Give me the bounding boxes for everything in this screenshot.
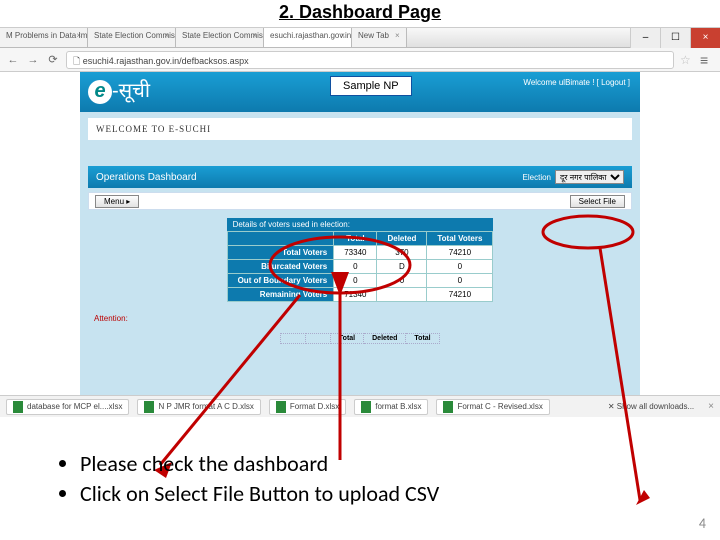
- browser-tab[interactable]: ×New Tab: [352, 28, 407, 47]
- table-caption: Details of voters used in election:: [227, 218, 494, 231]
- page-container: e-सूची Welcome ulBimate ! [ Logout ] Sam…: [80, 72, 640, 395]
- bullet-item: Please check the dashboard: [80, 450, 439, 477]
- election-selector: Election दूर नगर पालिका: [523, 170, 624, 184]
- browser-tab[interactable]: ×M Problems in Data Import: [0, 28, 88, 47]
- sample-np-callout: Sample NP: [330, 76, 412, 96]
- header-user-info[interactable]: Welcome ulBimate ! [ Logout ]: [523, 78, 630, 87]
- file-icon: [13, 401, 23, 413]
- browser-tab-active[interactable]: ×esuchi.rajasthan.gov.in/: [264, 28, 352, 47]
- browser-tabstrip: ×M Problems in Data Import ×State Electi…: [0, 28, 720, 48]
- mini-summary-table: TotalDeletedTotal: [280, 333, 439, 344]
- slide-title: 2. Dashboard Page: [0, 0, 720, 27]
- logo-e-icon: e: [88, 80, 112, 104]
- browser-viewport: e-सूची Welcome ulBimate ! [ Logout ] Sam…: [0, 72, 720, 395]
- nav-forward-icon[interactable]: →: [26, 53, 40, 67]
- download-item[interactable]: format B.xlsx: [354, 399, 428, 415]
- table-header: Deleted: [377, 232, 427, 246]
- close-shelf-icon[interactable]: ×: [708, 401, 714, 412]
- download-item[interactable]: Format D.xlsx: [269, 399, 346, 415]
- file-icon: [361, 401, 371, 413]
- instruction-bullets: Please check the dashboard Click on Sele…: [60, 447, 439, 510]
- table-header: Total: [334, 232, 377, 246]
- window-minimize-button[interactable]: –: [630, 28, 660, 48]
- nav-back-icon[interactable]: ←: [6, 53, 20, 67]
- table-row: Bifurcated Voters0D0: [227, 260, 493, 274]
- voter-details-table: Details of voters used in election: Tota…: [227, 218, 494, 302]
- screenshot: ×M Problems in Data Import ×State Electi…: [0, 27, 720, 417]
- url-input[interactable]: 🗋 esuchi4.rajasthan.gov.in/defbacksos.as…: [66, 51, 674, 69]
- reload-icon[interactable]: ⟳: [46, 53, 60, 67]
- select-file-button[interactable]: Select File: [570, 195, 625, 208]
- welcome-strip: WELCOME TO E-SUCHI: [88, 118, 632, 140]
- election-dropdown[interactable]: दूर नगर पालिका: [555, 170, 624, 184]
- bookmark-star-icon[interactable]: ☆: [680, 53, 694, 67]
- attention-label: Attention:: [94, 314, 640, 323]
- table-header: Total Voters: [427, 232, 493, 246]
- table-row: Remaining Voters7134074210: [227, 288, 493, 302]
- show-all-downloads-link[interactable]: ✕ Show all downloads...: [608, 402, 694, 411]
- slide-number: 4: [699, 515, 706, 532]
- app-header: e-सूची Welcome ulBimate ! [ Logout ] Sam…: [80, 72, 640, 112]
- menu-button[interactable]: Menu ▸: [95, 195, 139, 208]
- menu-icon[interactable]: ≡: [700, 52, 714, 68]
- download-item[interactable]: Format C - Revised.xlsx: [436, 399, 549, 415]
- browser-tab[interactable]: ×State Election Commissio: [88, 28, 176, 47]
- app-logo: e-सूची: [88, 76, 150, 104]
- download-item[interactable]: database for MCP el....xlsx: [6, 399, 129, 415]
- table-row: Total Voters7334037074210: [227, 246, 493, 260]
- close-icon[interactable]: ×: [395, 31, 400, 40]
- window-close-button[interactable]: ×: [690, 28, 720, 48]
- address-bar: ← → ⟳ 🗋 esuchi4.rajasthan.gov.in/defback…: [0, 48, 720, 72]
- menu-row: Menu ▸ Select File: [88, 192, 632, 210]
- window-maximize-button[interactable]: ☐: [660, 28, 690, 48]
- file-icon: [443, 401, 453, 413]
- bullet-item: Click on Select File Button to upload CS…: [80, 480, 439, 507]
- file-icon: [276, 401, 286, 413]
- download-item[interactable]: N P JMR format A C D.xlsx: [137, 399, 260, 415]
- operations-bar: Operations Dashboard Election दूर नगर पा…: [88, 166, 632, 188]
- file-icon: [144, 401, 154, 413]
- ops-title: Operations Dashboard: [96, 172, 197, 183]
- download-shelf: database for MCP el....xlsx N P JMR form…: [0, 395, 720, 417]
- table-header: [227, 232, 334, 246]
- browser-tab[interactable]: ×State Election Commissio: [176, 28, 264, 47]
- table-row: Out of Boundary Voters000: [227, 274, 493, 288]
